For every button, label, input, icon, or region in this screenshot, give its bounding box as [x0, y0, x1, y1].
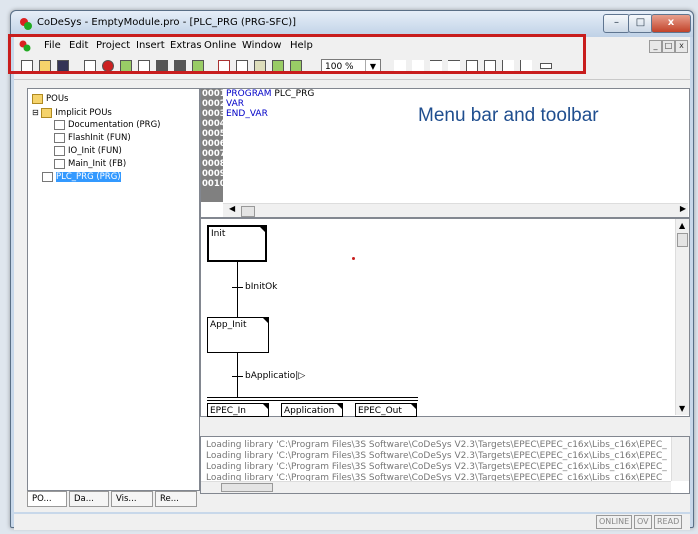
pou-icon: [54, 132, 65, 143]
line-number: 0008: [202, 159, 226, 169]
tree-item-documentation[interactable]: Documentation (PRG): [54, 119, 160, 132]
tab-visualizations[interactable]: Vis...: [111, 491, 153, 507]
sfc-transition-label[interactable]: bInitOk: [245, 282, 277, 292]
close-button[interactable]: x: [651, 14, 691, 33]
tree-root[interactable]: POUs: [32, 93, 68, 106]
sfc-step-epec-in[interactable]: EPEC_In: [207, 403, 269, 417]
message-vertical-scrollbar[interactable]: [671, 437, 689, 481]
tab-pous[interactable]: PO...: [27, 491, 67, 507]
step-label: EPEC_In: [210, 406, 246, 416]
transition-text: bApplicatio: [245, 371, 296, 381]
tree-root-label: POUs: [46, 94, 69, 104]
status-online: ONLINE: [596, 515, 633, 529]
mdi-client-area: POUs ⊟ Implicit POUs Documentation (PRG)…: [14, 80, 690, 512]
scroll-left-icon[interactable]: ◀: [229, 204, 235, 213]
tree-folder-label: Implicit POUs: [55, 108, 112, 118]
status-bar: ONLINE OV READ: [14, 514, 690, 530]
step-label: App_Init: [210, 320, 247, 330]
message-window[interactable]: Loading library 'C:\Program Files\3S Sof…: [200, 436, 690, 494]
window-title: CoDeSys - EmptyModule.pro - [PLC_PRG (PR…: [37, 17, 297, 28]
folder-open-icon: [32, 93, 43, 104]
message-horizontal-scrollbar[interactable]: [201, 481, 671, 493]
tree-item-io-init[interactable]: IO_Init (FUN): [54, 145, 122, 158]
status-read: READ: [654, 515, 683, 529]
tree-item-label: Main_Init (FB): [68, 159, 127, 169]
scroll-thumb[interactable]: [241, 206, 255, 217]
tree-item-plc-prg[interactable]: PLC_PRG (PRG): [42, 171, 182, 184]
app-window: CoDeSys - EmptyModule.pro - [PLC_PRG (PR…: [10, 10, 694, 530]
tree-item-main-init[interactable]: Main_Init (FB): [54, 158, 126, 171]
tree-item-flashinit[interactable]: FlashInit (FUN): [54, 132, 131, 145]
scroll-up-icon[interactable]: ▲: [679, 221, 685, 230]
sfc-transition-bar: [232, 376, 243, 377]
line-number: 0003: [202, 109, 226, 119]
pou-icon: [54, 145, 65, 156]
tree-item-label: IO_Init (FUN): [68, 146, 122, 156]
message-line: Loading library 'C:\Program Files\3S Sof…: [206, 440, 667, 450]
code-line[interactable]: VAR: [226, 99, 244, 109]
line-number: 0009: [202, 169, 226, 179]
scroll-thumb[interactable]: [677, 233, 688, 247]
line-number: 0007: [202, 149, 226, 159]
sfc-editor[interactable]: Init bInitOk App_Init bApplicatio|▷ EPEC…: [200, 218, 690, 417]
declaration-horizontal-scrollbar[interactable]: ◀ ▶: [223, 203, 688, 217]
sfc-pou-icon: [42, 171, 53, 182]
tree-item-label: FlashInit (FUN): [68, 133, 131, 143]
step-label: Init: [211, 229, 226, 239]
line-number: 0004: [202, 119, 226, 129]
line-number: 0002: [202, 99, 226, 109]
line-number: 0001: [202, 89, 226, 99]
codesys-app-icon: [20, 18, 32, 30]
step-label: EPEC_Out: [358, 406, 402, 416]
tab-resources[interactable]: Re...: [155, 491, 197, 507]
scroll-thumb[interactable]: [221, 483, 273, 492]
code-text: PLC_PRG: [271, 89, 315, 99]
code-line[interactable]: PROGRAM PLC_PRG: [226, 89, 314, 99]
tab-data-types[interactable]: Da...: [69, 491, 109, 507]
caret-icon: |▷: [295, 371, 306, 381]
mdi-minimize-button[interactable]: _: [649, 40, 662, 53]
message-line: Loading library 'C:\Program Files\3S Sof…: [206, 462, 667, 472]
mdi-close-button[interactable]: x: [675, 40, 688, 53]
scroll-down-icon[interactable]: ▼: [679, 404, 685, 413]
scroll-right-icon[interactable]: ▶: [680, 204, 686, 213]
highlight-frame: [8, 34, 586, 74]
line-number: 0005: [202, 129, 226, 139]
code-line[interactable]: END_VAR: [226, 109, 268, 119]
mdi-restore-button[interactable]: □: [662, 40, 675, 53]
line-number-gutter: 0001 0002 0003 0004 0005 0006 0007 0008 …: [201, 89, 226, 202]
sfc-step-app-init[interactable]: App_Init: [207, 317, 269, 353]
sfc-branch-line: [207, 397, 418, 398]
sfc-transition-label[interactable]: bApplicatio|▷: [245, 371, 305, 381]
code-keyword: END_VAR: [226, 109, 268, 119]
red-marker: [352, 257, 355, 260]
line-number: 0010: [202, 179, 226, 189]
sfc-step-epec-out[interactable]: EPEC_Out: [355, 403, 417, 417]
sfc-branch-line: [207, 400, 418, 401]
pou-icon: [54, 119, 65, 130]
annotation-label: Menu bar and toolbar: [418, 105, 599, 126]
object-organizer-tree[interactable]: POUs ⊟ Implicit POUs Documentation (PRG)…: [27, 88, 200, 491]
folder-icon: [41, 107, 53, 118]
code-keyword: VAR: [226, 99, 244, 109]
code-keyword: PROGRAM: [226, 89, 272, 99]
minimize-button[interactable]: –: [603, 14, 630, 33]
tree-folder-implicit[interactable]: ⊟ Implicit POUs: [32, 106, 112, 119]
sfc-step-application[interactable]: Application: [281, 403, 343, 417]
tree-item-label: Documentation (PRG): [68, 120, 161, 130]
status-ov: OV: [634, 515, 652, 529]
sfc-connector: [237, 353, 238, 397]
sfc-vertical-scrollbar[interactable]: ▲ ▼: [675, 219, 689, 415]
sfc-pou-icon: [54, 158, 65, 169]
sfc-transition-bar: [232, 287, 243, 288]
line-number: 0006: [202, 139, 226, 149]
maximize-button[interactable]: □: [628, 14, 653, 33]
message-line: Loading library 'C:\Program Files\3S Sof…: [206, 451, 667, 461]
organizer-tabs: PO... Da... Vis... Re...: [27, 489, 198, 509]
tree-item-selected-label: PLC_PRG (PRG): [56, 172, 121, 182]
step-label: Application: [284, 406, 335, 416]
sfc-step-init[interactable]: Init: [207, 225, 267, 262]
sfc-connector: [237, 262, 238, 317]
